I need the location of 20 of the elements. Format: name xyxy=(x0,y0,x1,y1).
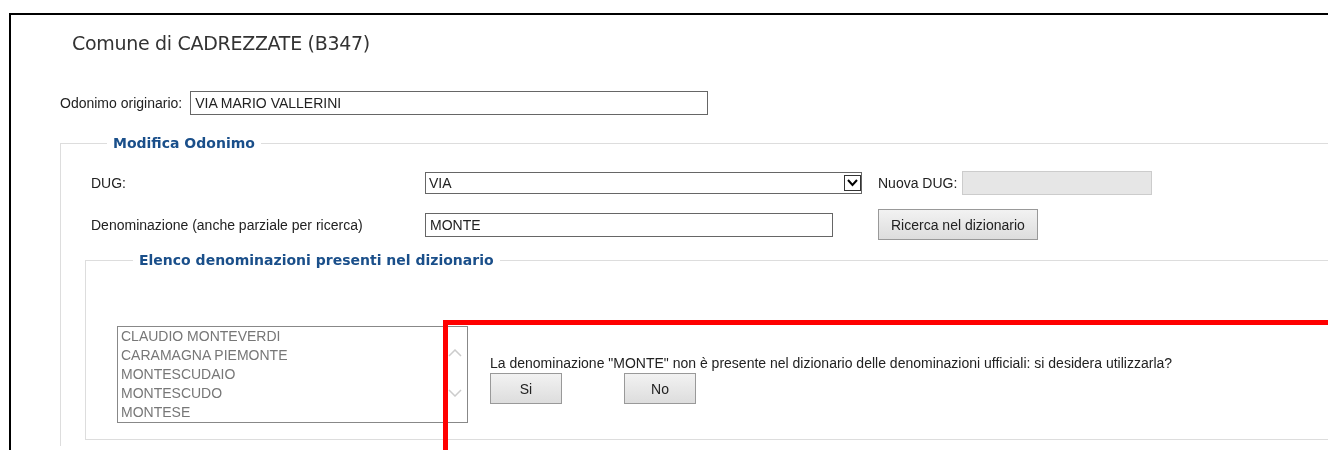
section-legend: Modifica Odonimo xyxy=(107,135,261,151)
field-label: Nuova DUG: xyxy=(878,175,958,191)
search-button[interactable]: Ricerca nel dizionario xyxy=(878,209,1038,240)
yes-button[interactable]: Si xyxy=(490,373,562,404)
page-title: Comune di CADREZZATE (B347) xyxy=(72,32,371,54)
input-field[interactable]: MONTE xyxy=(425,212,833,237)
no-button[interactable]: No xyxy=(624,373,696,404)
field-label: Denominazione (anche parziale per ricerca) xyxy=(91,216,364,233)
confirm-message: La denominazione "MONTE" non è presente nel dizionario delle denominazioni ufficiali: si desidera utilizzarla? xyxy=(490,355,1174,371)
list-item[interactable]: CLAUDIO MONTEVERDI xyxy=(121,327,467,346)
list-box[interactable]: CLAUDIO MONTEVERDI CARAMAGNA PIEMONTE MONTESCUDAIO MONTESCUDO MONTESE xyxy=(117,326,468,423)
field-label: Odonimo originario: xyxy=(60,95,183,111)
section-legend: Elenco denominazioni presenti nel dizionario xyxy=(133,252,500,268)
list-item[interactable]: MONTESCUDO xyxy=(121,384,467,403)
input-field[interactable]: VIA MARIO VALLERINI xyxy=(190,91,709,115)
list-item[interactable]: MONTESE xyxy=(121,403,467,422)
list-item[interactable]: MONTESCUDAIO xyxy=(121,365,467,384)
list-item[interactable]: CARAMAGNA PIEMONTE xyxy=(121,346,467,365)
field-label: DUG: xyxy=(91,175,127,191)
dropdown[interactable]: VIA xyxy=(425,172,862,194)
